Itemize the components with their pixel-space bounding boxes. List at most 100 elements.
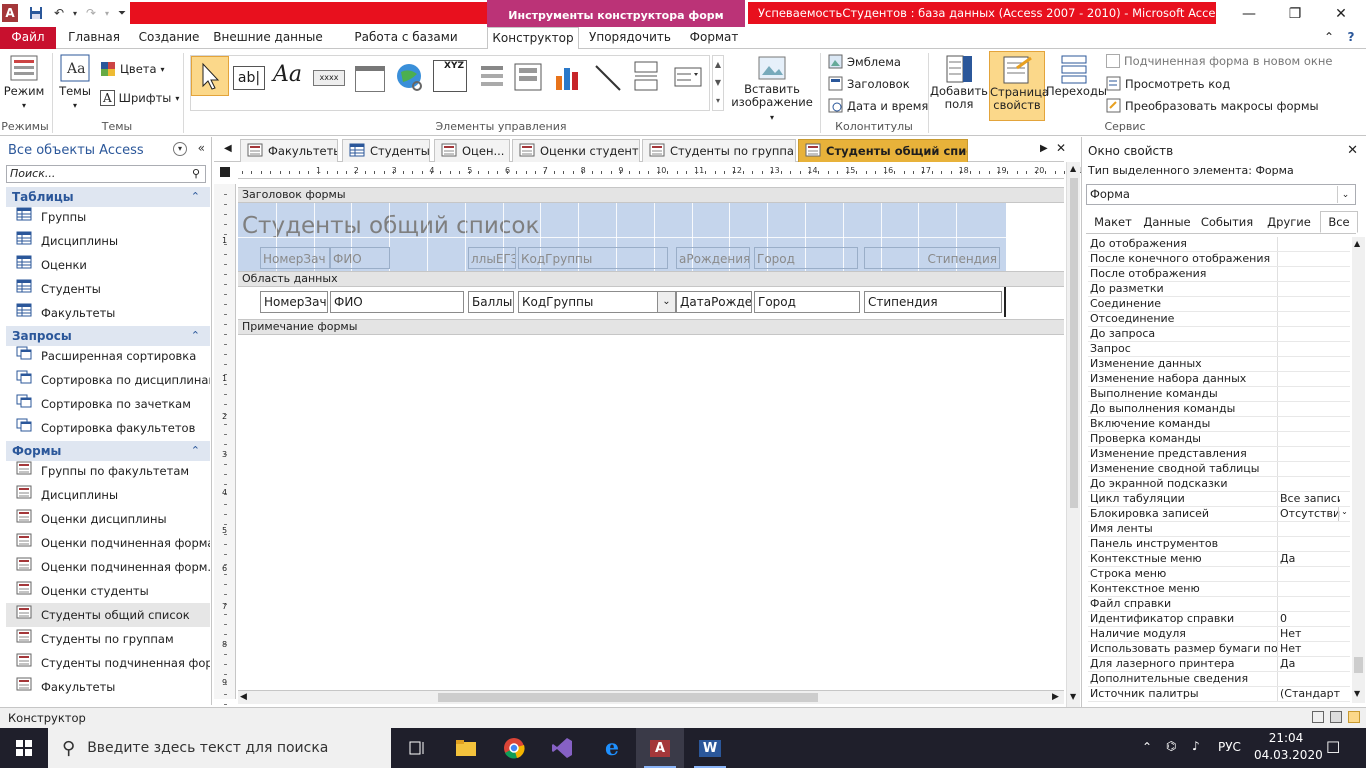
view-button[interactable]: Режим ▾ xyxy=(2,53,46,112)
property-row[interactable]: Включение команды xyxy=(1088,417,1350,432)
nav-item-table[interactable]: Дисциплины xyxy=(6,229,210,253)
property-value[interactable] xyxy=(1278,237,1340,251)
tab-database-tools[interactable]: Работа с базами данных xyxy=(330,27,482,64)
property-value[interactable] xyxy=(1278,582,1340,596)
nav-item-table[interactable]: Факультеты xyxy=(6,301,210,325)
header-field-label[interactable]: Стипендия xyxy=(864,247,1000,269)
customize-qat-icon[interactable]: ⏷ xyxy=(113,4,131,22)
property-row[interactable]: До разметки xyxy=(1088,282,1350,297)
help-question-icon[interactable]: ? xyxy=(1342,27,1360,49)
line-tool-icon[interactable] xyxy=(593,62,623,92)
props-scroll-thumb[interactable] xyxy=(1354,657,1363,673)
convert-macros-button[interactable]: Преобразовать макросы формы xyxy=(1106,98,1319,113)
property-value[interactable] xyxy=(1278,432,1340,446)
nav-item-query[interactable]: Расширенная сортировка xyxy=(6,344,210,368)
property-value[interactable] xyxy=(1278,597,1340,611)
close-document-icon[interactable]: ✕ xyxy=(1056,141,1066,155)
tab-external-data[interactable]: Внешние данные xyxy=(210,27,326,49)
combobox-dropdown-icon[interactable]: ⌄ xyxy=(657,292,675,312)
nav-section-tables[interactable]: Таблицы ⌃ xyxy=(6,187,210,207)
nav-section-queries[interactable]: Запросы ⌃ xyxy=(6,326,210,346)
property-tab[interactable]: События xyxy=(1196,211,1258,233)
property-row[interactable]: Отсоединение xyxy=(1088,312,1350,327)
chrome-icon[interactable] xyxy=(490,728,538,768)
form-title-label[interactable]: Студенты общий список xyxy=(242,213,539,239)
property-row[interactable]: Соединение xyxy=(1088,297,1350,312)
volume-icon[interactable]: ♪ xyxy=(1192,739,1200,753)
form-selector[interactable] xyxy=(220,167,230,177)
horizontal-scrollbar[interactable]: ◀ ▶ xyxy=(238,690,1064,704)
property-tab[interactable]: Другие xyxy=(1260,211,1318,233)
header-field-label[interactable]: аРождения xyxy=(676,247,750,269)
property-value[interactable] xyxy=(1278,447,1340,461)
tab-order-button[interactable]: Переходы xyxy=(1046,53,1107,98)
nav-item-form[interactable]: Студенты подчиненная фор... xyxy=(6,651,210,675)
property-value[interactable]: Нет xyxy=(1278,642,1340,656)
task-view-icon[interactable] xyxy=(394,728,442,768)
property-row[interactable]: До выполнения команды xyxy=(1088,402,1350,417)
selection-dropdown[interactable]: Форма ⌄ xyxy=(1086,184,1356,205)
save-icon[interactable] xyxy=(27,4,45,22)
close-property-sheet-icon[interactable]: ✕ xyxy=(1347,137,1358,165)
restore-button[interactable]: ❐ xyxy=(1272,0,1318,27)
property-row[interactable]: Наличие модуля Нет xyxy=(1088,627,1350,642)
scroll-right-icon[interactable]: ▶ xyxy=(1052,692,1059,702)
property-value[interactable] xyxy=(1278,297,1340,311)
minimize-button[interactable]: — xyxy=(1226,0,1272,27)
detail-section[interactable]: НомерЗач ФИО Баллы КодГруппы ⌄ ДатаРожде Город… xyxy=(238,287,1006,317)
web-browser-tool-icon[interactable]: XYZ xyxy=(433,60,467,92)
props-scrollbar[interactable]: ▲ ▼ xyxy=(1352,237,1365,703)
chevron-down-icon[interactable]: ⌄ xyxy=(1337,186,1353,203)
header-field-label[interactable]: КодГруппы xyxy=(518,247,668,269)
tab-file[interactable]: Файл xyxy=(0,27,56,49)
input-language[interactable]: РУС xyxy=(1218,740,1241,754)
nav-search-input[interactable]: Поиск... xyxy=(6,165,206,183)
property-value[interactable] xyxy=(1278,357,1340,371)
vertical-scrollbar[interactable]: ▲ ▼ xyxy=(1066,162,1080,707)
access-icon[interactable]: A xyxy=(2,4,18,22)
property-value[interactable] xyxy=(1278,327,1340,341)
property-value[interactable]: (Стандартн xyxy=(1278,687,1340,701)
property-tab[interactable]: Макет xyxy=(1088,211,1138,233)
property-value[interactable] xyxy=(1278,462,1340,476)
property-row[interactable]: Блокировка записей Отсутстви ⌄ xyxy=(1088,507,1350,522)
view-code-button[interactable]: Просмотреть код xyxy=(1106,76,1230,91)
field-textbox[interactable]: НомерЗач xyxy=(260,291,328,313)
nav-item-form[interactable]: Дисциплины xyxy=(6,483,210,507)
property-row[interactable]: До отображения xyxy=(1088,237,1350,252)
property-row[interactable]: Изменение сводной таблицы xyxy=(1088,462,1350,477)
field-textbox[interactable]: Город xyxy=(754,291,860,313)
insert-image-button[interactable]: Вставить изображение ▾ xyxy=(728,55,816,124)
property-value[interactable] xyxy=(1278,672,1340,686)
clock-date[interactable]: 04.03.2020 xyxy=(1254,748,1323,762)
field-textbox[interactable]: ДатаРожде xyxy=(676,291,752,313)
scroll-down-icon[interactable]: ▼ xyxy=(1070,692,1076,701)
property-row[interactable]: Имя ленты xyxy=(1088,522,1350,537)
label-tool-icon[interactable]: Aa xyxy=(273,62,307,92)
property-row[interactable]: После отображения xyxy=(1088,267,1350,282)
date-time-button[interactable]: Дата и время xyxy=(828,98,928,113)
property-value[interactable]: Да xyxy=(1278,657,1340,671)
doc-tab[interactable]: Оценки студенты xyxy=(512,139,640,162)
property-row[interactable]: Контекстные меню Да xyxy=(1088,552,1350,567)
field-textbox[interactable]: КодГруппы ⌄ xyxy=(518,291,676,313)
header-field-label[interactable]: ллыЕГЭ xyxy=(468,247,516,269)
tab-home[interactable]: Главная xyxy=(60,27,128,49)
edge-icon[interactable]: e xyxy=(588,728,636,768)
field-textbox[interactable]: ФИО xyxy=(330,291,464,313)
nav-item-form[interactable]: Факультеты xyxy=(6,675,210,699)
property-value[interactable] xyxy=(1278,372,1340,386)
property-row[interactable]: Запрос xyxy=(1088,342,1350,357)
scroll-up-icon[interactable]: ▲ xyxy=(1070,164,1076,173)
nav-section-forms[interactable]: Формы ⌃ xyxy=(6,441,210,461)
nav-item-table[interactable]: Оценки xyxy=(6,253,210,277)
property-row[interactable]: Строка меню xyxy=(1088,567,1350,582)
section-bar-footer[interactable]: Примечание формы xyxy=(238,319,1064,335)
vscroll-thumb[interactable] xyxy=(1070,178,1078,508)
option-group-tool-icon[interactable] xyxy=(513,62,543,92)
header-field-label[interactable]: Город xyxy=(754,247,858,269)
file-explorer-icon[interactable] xyxy=(442,728,490,768)
nav-item-form[interactable]: Оценки студенты xyxy=(6,579,210,603)
property-tab[interactable]: Данные xyxy=(1140,211,1194,233)
fonts-button[interactable]: A Шрифты ▾ xyxy=(100,90,179,106)
